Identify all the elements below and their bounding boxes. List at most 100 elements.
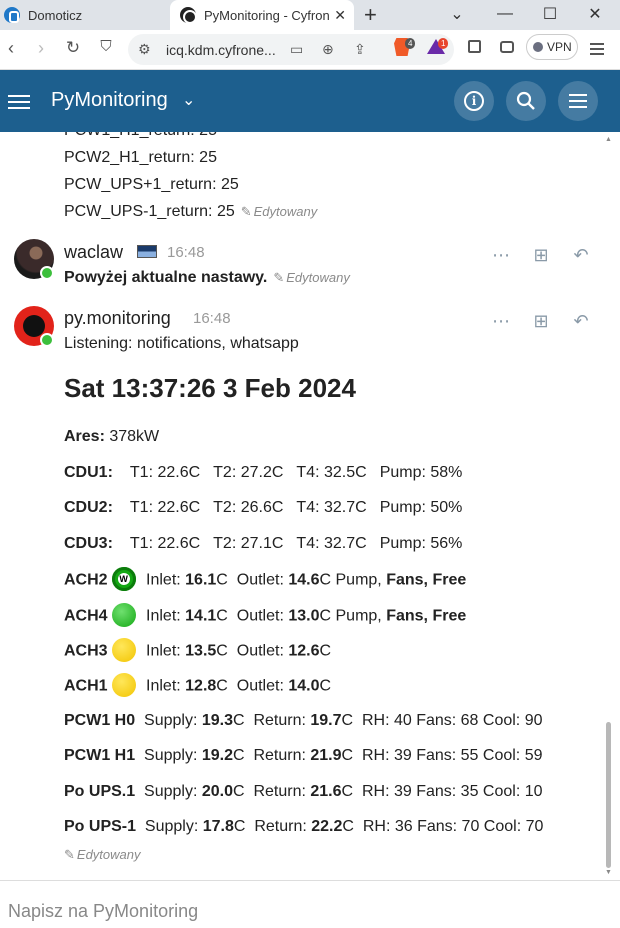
supply-label: Supply:: [144, 712, 198, 729]
pcw-row: Po UPS-1 Supply: 17.8C Return: 22.2C RH:…: [64, 818, 543, 836]
message-actions: ⋯ ⊞ ↶: [490, 311, 592, 332]
inlet-label: Inlet:: [146, 677, 181, 695]
bookmark-icon[interactable]: ⛉: [95, 38, 117, 55]
cdu-name: CDU3:: [64, 535, 113, 552]
ach-name: ACH3: [64, 642, 108, 660]
cdu-t1: T1: 22.6C: [129, 464, 201, 481]
room-menu-button[interactable]: [558, 81, 598, 121]
more-options-icon[interactable]: ⋯: [490, 311, 512, 332]
close-window-button[interactable]: ✕: [572, 0, 618, 28]
message-username[interactable]: waclaw: [64, 242, 123, 263]
tab-title: PyMonitoring - Cyfron: [204, 7, 330, 23]
cdu-name: CDU2:: [64, 499, 113, 516]
supply-value: 19.3: [201, 712, 233, 729]
wallet-icon[interactable]: [500, 41, 514, 53]
share-icon[interactable]: ⇪: [354, 41, 366, 58]
pcw-details: RH: 40 Fans: 68 Cool: 90: [361, 712, 543, 729]
previous-message-line: PCW_UPS+1_return: 25: [64, 176, 239, 193]
close-tab-icon[interactable]: ✕: [334, 7, 346, 24]
message-body: Powyżej aktualne nastawy.: [64, 269, 268, 286]
reply-icon[interactable]: ↶: [570, 311, 592, 332]
message-input-placeholder[interactable]: Napisz na PyMonitoring: [8, 901, 198, 922]
scrollbar-thumb[interactable]: [606, 722, 611, 868]
unit: C: [216, 642, 228, 660]
ach-row: ACH1 Inlet: 12.8C Outlet: 14.0C: [64, 673, 331, 697]
browser-tab-bar: Domoticz PyMonitoring - Cyfron ✕ + ⌄ — ☐…: [0, 0, 620, 30]
outlet-label: Outlet:: [236, 677, 284, 695]
tab-domoticz[interactable]: Domoticz: [0, 0, 168, 30]
browser-menu-icon[interactable]: [590, 43, 604, 55]
url-text: icq.kdm.cyfrone...: [166, 41, 276, 58]
reply-icon[interactable]: ↶: [570, 245, 592, 266]
tab-search-chevron-icon[interactable]: ⌄: [434, 0, 480, 28]
inlet-label: Inlet:: [146, 642, 181, 660]
supply-value: 19.2: [201, 747, 233, 764]
cdu-t4: T4: 32.7C: [296, 499, 367, 516]
room-title[interactable]: PyMonitoring: [51, 89, 168, 112]
inlet-value: 12.8: [185, 677, 217, 695]
inlet-label: Inlet:: [146, 607, 181, 625]
ach-name: ACH1: [64, 677, 108, 695]
minimize-button[interactable]: —: [482, 0, 528, 28]
return-value: 22.2: [311, 818, 343, 835]
tab-pymonitoring[interactable]: PyMonitoring - Cyfron ✕: [170, 0, 354, 30]
vpn-status-icon: [533, 42, 543, 52]
ach-row: ACH3 Inlet: 13.5C Outlet: 12.6C: [64, 638, 331, 662]
message-username[interactable]: py.monitoring: [64, 308, 171, 329]
domoticz-favicon-icon: [4, 7, 20, 23]
return-label: Return:: [253, 712, 306, 729]
ach-name: ACH2: [64, 571, 108, 589]
outlet-value: 13.0: [288, 607, 320, 625]
maximize-button[interactable]: ☐: [527, 0, 573, 28]
previous-message-line: PCW1_H1_return: 25: [64, 132, 217, 140]
cast-icon[interactable]: ▭: [290, 41, 303, 58]
pymonitoring-favicon-icon: [180, 7, 197, 24]
sidebar-toggle-icon[interactable]: [468, 40, 481, 53]
zoom-icon[interactable]: ⊕: [322, 41, 334, 58]
vpn-button[interactable]: VPN: [526, 34, 578, 60]
status-indicator-icon: W: [111, 567, 136, 591]
chevron-down-icon[interactable]: ⌄: [182, 90, 195, 110]
site-info-icon[interactable]: ⚙: [138, 41, 151, 58]
unit: C: [341, 747, 354, 764]
ares-value: 378kW: [109, 428, 160, 445]
new-tab-button[interactable]: +: [364, 2, 377, 28]
more-options-icon[interactable]: ⋯: [490, 245, 512, 266]
cdu-pump: Pump: 58%: [379, 464, 463, 481]
outlet-label: Outlet:: [236, 607, 284, 625]
tab-title: Domoticz: [28, 7, 83, 23]
scroll-up-icon[interactable]: ▲: [605, 136, 612, 143]
cdu-pump: Pump: 50%: [379, 499, 463, 516]
user-flag-icon: [137, 245, 157, 258]
info-button[interactable]: i: [454, 81, 494, 121]
ach-row: ACH4 Inlet: 14.1C Outlet: 13.0C Pump, Fa…: [64, 603, 466, 627]
edited-label: Edytowany: [273, 270, 350, 285]
search-icon: [516, 91, 535, 110]
kebab-grid-icon[interactable]: ⊞: [530, 311, 552, 332]
cdu-name: CDU1:: [64, 464, 113, 481]
kebab-grid-icon[interactable]: ⊞: [530, 245, 552, 266]
forward-icon[interactable]: ›: [30, 38, 52, 59]
return-label: Return:: [253, 783, 306, 800]
supply-value: 17.8: [202, 818, 234, 835]
supply-label: Supply:: [144, 818, 199, 835]
cdu-pump: Pump: 56%: [379, 535, 463, 552]
reload-icon[interactable]: ↻: [62, 38, 84, 58]
supply-value: 20.0: [201, 783, 233, 800]
message-composer[interactable]: Napisz na PyMonitoring: [0, 880, 620, 928]
pcw-name: PCW1 H0: [64, 712, 136, 729]
previous-message-line: PCW_UPS-1_return: 25 Edytowany: [64, 203, 317, 221]
sidebar-menu-icon[interactable]: [8, 95, 30, 113]
outlet-value: 12.6: [288, 642, 320, 660]
edited-row: Edytowany: [58, 846, 141, 864]
return-value: 19.7: [310, 712, 342, 729]
status-indicator-icon: [111, 638, 136, 662]
search-button[interactable]: [506, 81, 546, 121]
message-list[interactable]: PCW1_H1_return: 25 PCW2_H1_return: 25 PC…: [0, 132, 602, 880]
back-icon[interactable]: ‹: [0, 38, 22, 59]
online-status-icon: [40, 333, 54, 347]
pcw-details: RH: 36 Fans: 70 Cool: 70: [362, 818, 544, 835]
scroll-down-icon[interactable]: ▼: [605, 869, 612, 876]
chat-scrollbar[interactable]: ▲ ▼: [602, 132, 620, 880]
pump-flag: Pump,: [335, 607, 382, 625]
